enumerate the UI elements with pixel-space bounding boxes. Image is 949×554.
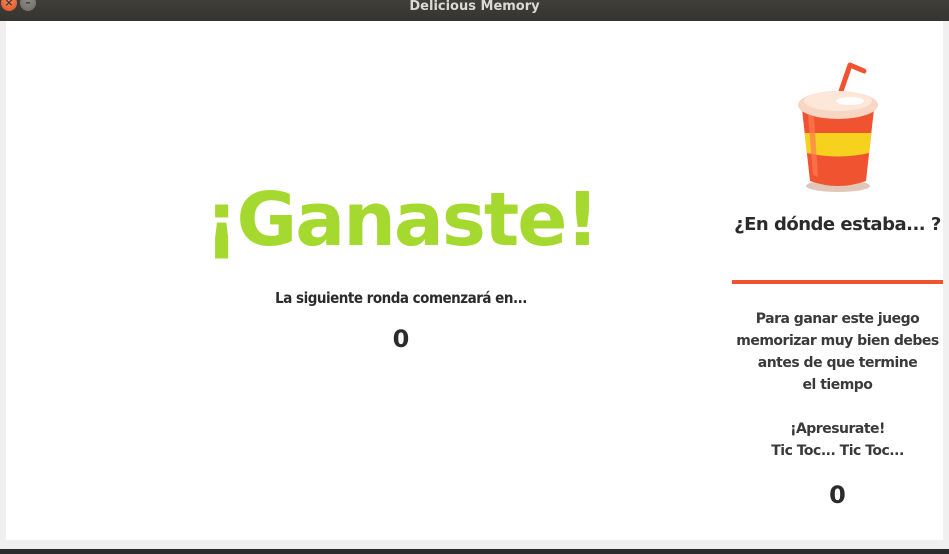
sidebar: ¿En dónde estaba... ? Para ganar este ju… bbox=[732, 21, 943, 540]
instructions-text: Para ganar este juego memorizar muy bien… bbox=[732, 308, 943, 396]
hurry-text: ¡Apresurate! Tic Toc... Tic Toc... bbox=[732, 418, 943, 462]
sidebar-title: ¿En dónde estaba... ? bbox=[734, 214, 941, 235]
result-panel: ¡Ganaste! La siguiente ronda comenzará e… bbox=[6, 21, 736, 540]
sidebar-timer: 0 bbox=[829, 481, 846, 509]
taskbar-edge bbox=[0, 549, 949, 554]
game-area: ¡Ganaste! La siguiente ronda comenzará e… bbox=[6, 21, 943, 540]
instructions-line: Para ganar este juego bbox=[755, 311, 920, 327]
window-titlebar: × – Delicious Memory bbox=[0, 0, 949, 21]
instructions-line: memorizar muy bien debes bbox=[736, 333, 939, 349]
hurry-line: Tic Toc... Tic Toc... bbox=[771, 443, 904, 459]
instructions-line: el tiempo bbox=[802, 377, 873, 393]
next-round-countdown: 0 bbox=[392, 325, 410, 353]
close-window-button[interactable]: × bbox=[1, 0, 17, 11]
hurry-line: ¡Apresurate! bbox=[790, 421, 885, 437]
instructions-line: antes de que termine bbox=[757, 355, 918, 371]
window-title: Delicious Memory bbox=[409, 0, 540, 14]
win-title: ¡Ganaste! bbox=[204, 177, 599, 263]
next-round-label: La siguiente ronda comenzará en... bbox=[275, 289, 527, 307]
sidebar-divider bbox=[732, 280, 943, 284]
minimize-window-button[interactable]: – bbox=[20, 0, 36, 11]
soda-cup-icon bbox=[798, 62, 878, 192]
